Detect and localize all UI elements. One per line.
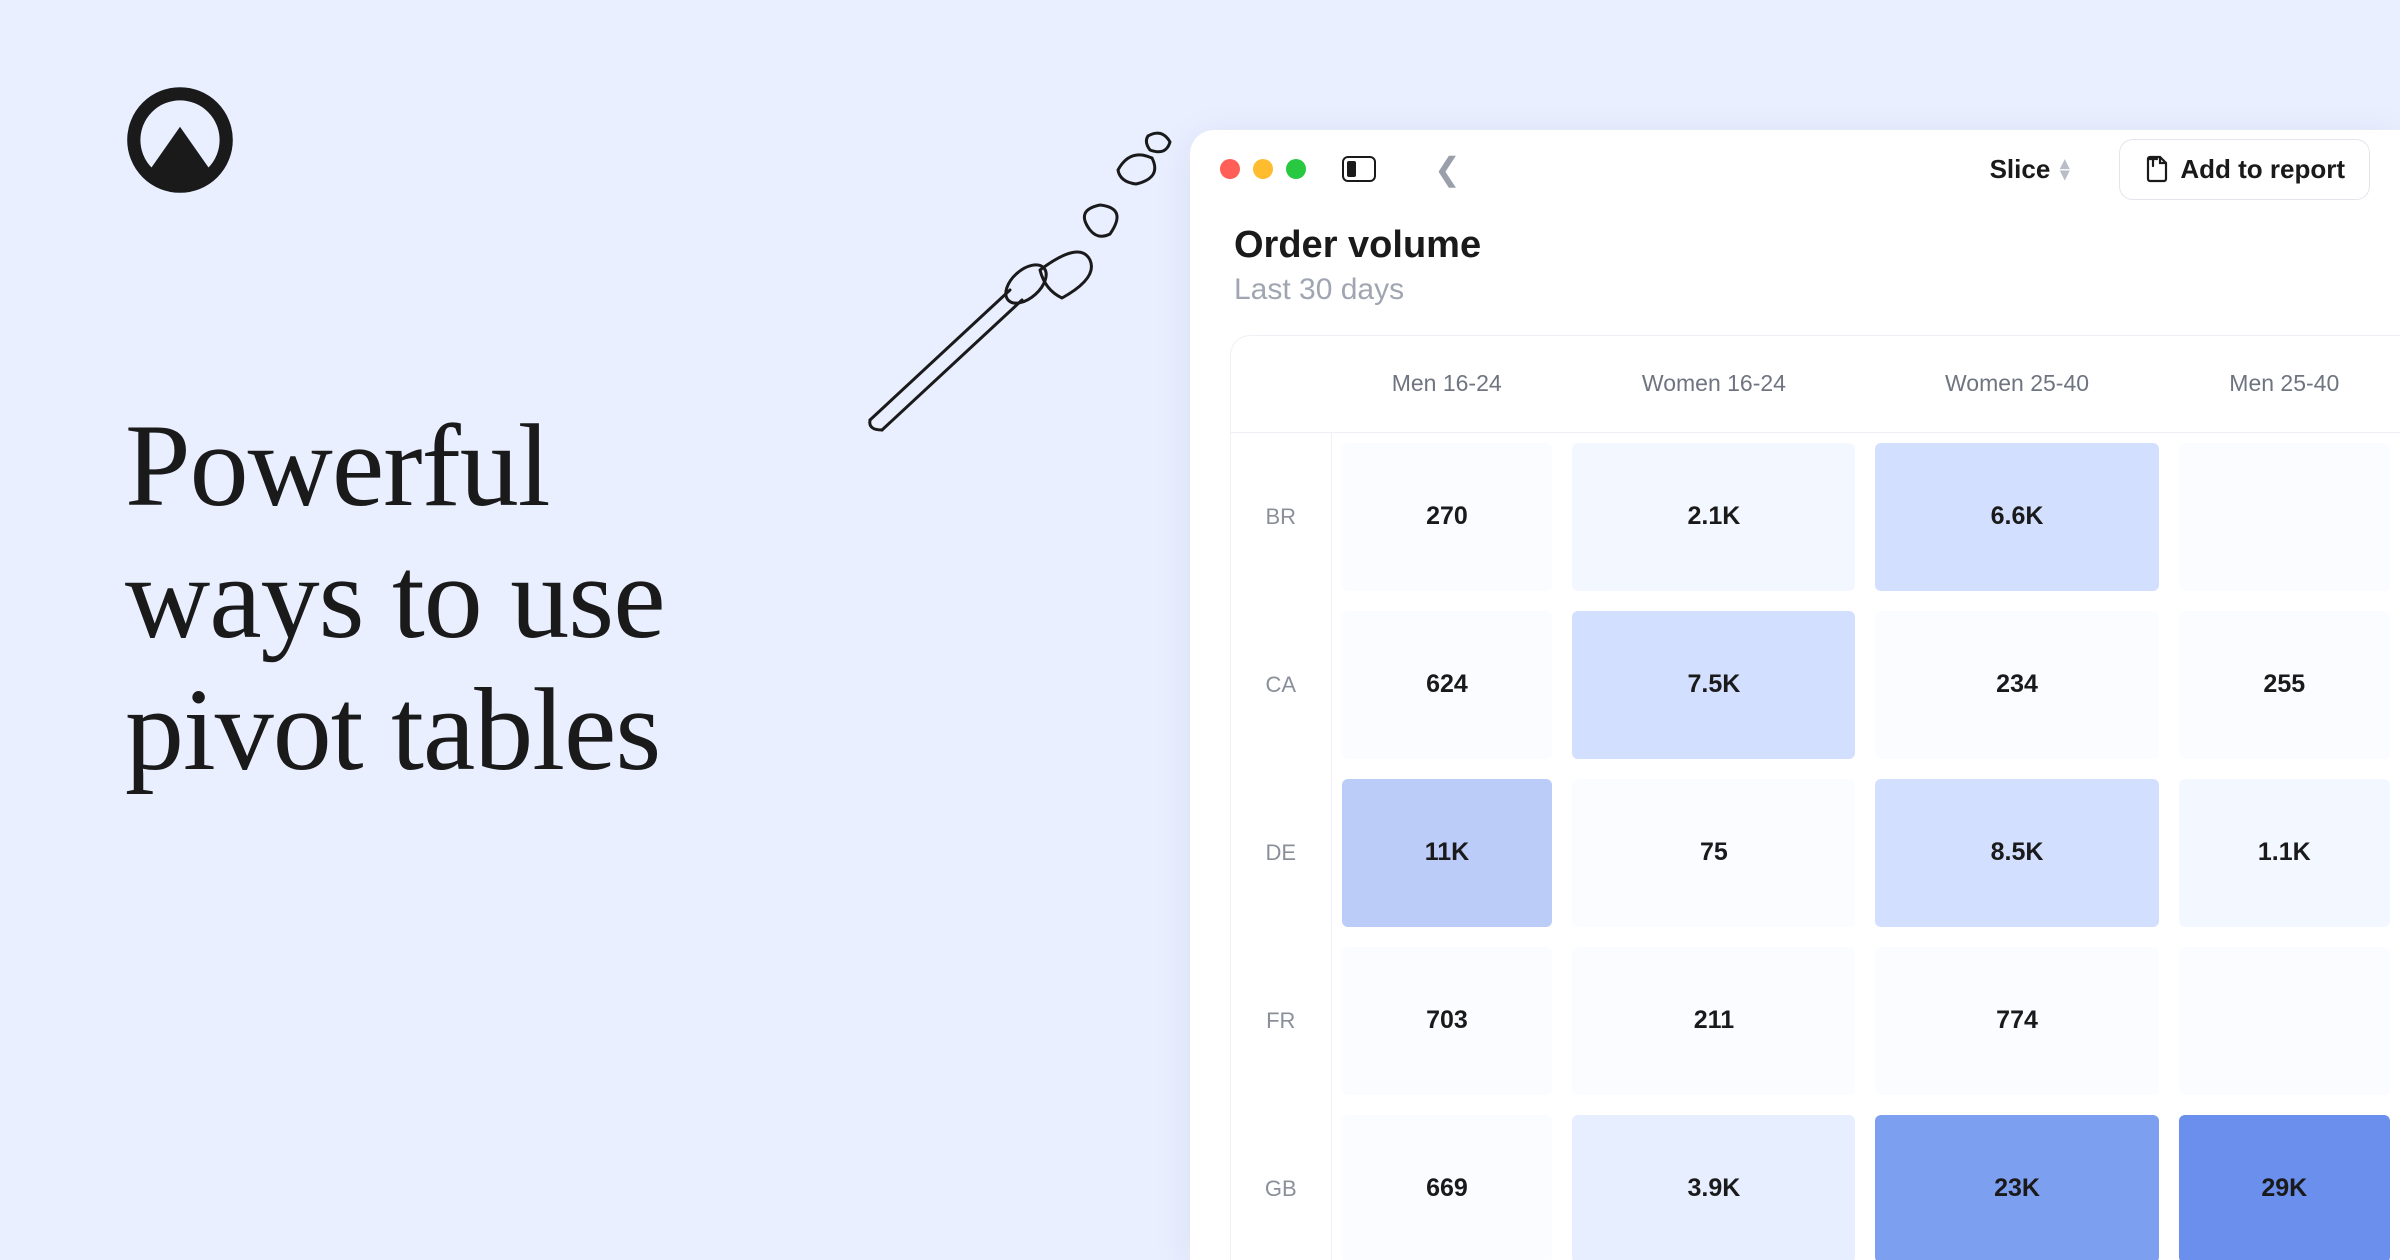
- pivot-cell[interactable]: 11K: [1331, 769, 1562, 937]
- pivot-cell[interactable]: 2.1K: [1562, 432, 1865, 601]
- table-row: BR2702.1K6.6K: [1231, 432, 2400, 601]
- add-to-report-label: Add to report: [2180, 154, 2345, 185]
- pivot-cell-value: [2179, 947, 2390, 1095]
- pivot-cell[interactable]: 270: [1331, 432, 1562, 601]
- pivot-cell-value: 8.5K: [1875, 779, 2158, 927]
- slice-label: Slice: [1990, 154, 2051, 185]
- pivot-cell-value: 774: [1875, 947, 2158, 1095]
- column-header[interactable]: Women 25-40: [1865, 336, 2168, 432]
- pivot-cell-value: 234: [1875, 611, 2158, 759]
- column-header[interactable]: Men 25-40: [2169, 336, 2400, 432]
- column-header[interactable]: Men 16-24: [1331, 336, 1562, 432]
- pivot-cell-value: 211: [1572, 947, 1855, 1095]
- pivot-cell-value: 2.1K: [1572, 443, 1855, 591]
- pivot-cell[interactable]: 669: [1331, 1105, 1562, 1260]
- pivot-cell[interactable]: 29K: [2169, 1105, 2400, 1260]
- row-header[interactable]: BR: [1231, 432, 1331, 601]
- pivot-cell-value: 6.6K: [1875, 443, 2158, 591]
- paintbrush-doodle-icon: [830, 130, 1200, 445]
- pivot-cell-value: 1.1K: [2179, 779, 2390, 927]
- row-header[interactable]: DE: [1231, 769, 1331, 937]
- pivot-cell-value: 270: [1342, 443, 1553, 591]
- pivot-cell-value: 624: [1342, 611, 1553, 759]
- pivot-cell[interactable]: 75: [1562, 769, 1865, 937]
- add-document-icon: [2144, 155, 2168, 183]
- close-icon[interactable]: [1220, 159, 1240, 179]
- pivot-corner-cell: [1231, 336, 1331, 432]
- minimize-icon[interactable]: [1253, 159, 1273, 179]
- pivot-cell-value: 669: [1342, 1115, 1553, 1260]
- pivot-cell[interactable]: 211: [1562, 937, 1865, 1105]
- pivot-cell[interactable]: 774: [1865, 937, 2168, 1105]
- pivot-cell-value: [2179, 443, 2390, 591]
- column-header[interactable]: Women 16-24: [1562, 336, 1865, 432]
- table-row: GB6693.9K23K29K: [1231, 1105, 2400, 1260]
- maximize-icon[interactable]: [1286, 159, 1306, 179]
- pivot-cell-value: 23K: [1875, 1115, 2158, 1260]
- add-to-report-button[interactable]: Add to report: [2119, 139, 2370, 200]
- report-title: Order volume: [1234, 224, 2356, 267]
- pivot-cell[interactable]: 7.5K: [1562, 601, 1865, 769]
- slice-dropdown[interactable]: Slice ▴▾: [1976, 146, 2084, 193]
- window-titlebar: ❮ Slice ▴▾ Add to report: [1190, 130, 2400, 208]
- pivot-cell-value: 255: [2179, 611, 2390, 759]
- pivot-table-container: Men 16-24 Women 16-24 Women 25-40 Men 25…: [1230, 335, 2400, 1260]
- pivot-cell-value: 11K: [1342, 779, 1553, 927]
- table-row: DE11K758.5K1.1K: [1231, 769, 2400, 937]
- pivot-cell-value: 3.9K: [1572, 1115, 1855, 1260]
- pivot-cell[interactable]: 624: [1331, 601, 1562, 769]
- pivot-cell[interactable]: 8.5K: [1865, 769, 2168, 937]
- row-header[interactable]: FR: [1231, 937, 1331, 1105]
- pivot-cell-value: 75: [1572, 779, 1855, 927]
- pivot-cell[interactable]: 1.1K: [2169, 769, 2400, 937]
- pivot-table: Men 16-24 Women 16-24 Women 25-40 Men 25…: [1231, 336, 2400, 1260]
- row-header[interactable]: CA: [1231, 601, 1331, 769]
- report-subtitle: Last 30 days: [1234, 273, 2356, 307]
- pivot-cell[interactable]: 703: [1331, 937, 1562, 1105]
- pivot-cell[interactable]: [2169, 937, 2400, 1105]
- back-chevron-icon[interactable]: ❮: [1434, 150, 1461, 188]
- pivot-cell[interactable]: 255: [2169, 601, 2400, 769]
- table-row: FR703211774: [1231, 937, 2400, 1105]
- sort-chevrons-icon: ▴▾: [2060, 158, 2069, 180]
- pivot-cell-value: 703: [1342, 947, 1553, 1095]
- page-headline: Powerful ways to use pivot tables: [125, 400, 665, 796]
- sidebar-toggle-icon[interactable]: [1342, 156, 1376, 182]
- pivot-cell[interactable]: 23K: [1865, 1105, 2168, 1260]
- pivot-cell-value: 7.5K: [1572, 611, 1855, 759]
- pivot-cell-value: 29K: [2179, 1115, 2390, 1260]
- pivot-cell[interactable]: 3.9K: [1562, 1105, 1865, 1260]
- pivot-cell[interactable]: [2169, 432, 2400, 601]
- brand-logo: [125, 85, 235, 200]
- pivot-cell[interactable]: 6.6K: [1865, 432, 2168, 601]
- pivot-cell[interactable]: 234: [1865, 601, 2168, 769]
- app-window: ❮ Slice ▴▾ Add to report Order volume La…: [1190, 130, 2400, 1260]
- window-traffic-lights[interactable]: [1220, 159, 1306, 179]
- report-header: Order volume Last 30 days: [1190, 208, 2400, 335]
- table-row: CA6247.5K234255: [1231, 601, 2400, 769]
- row-header[interactable]: GB: [1231, 1105, 1331, 1260]
